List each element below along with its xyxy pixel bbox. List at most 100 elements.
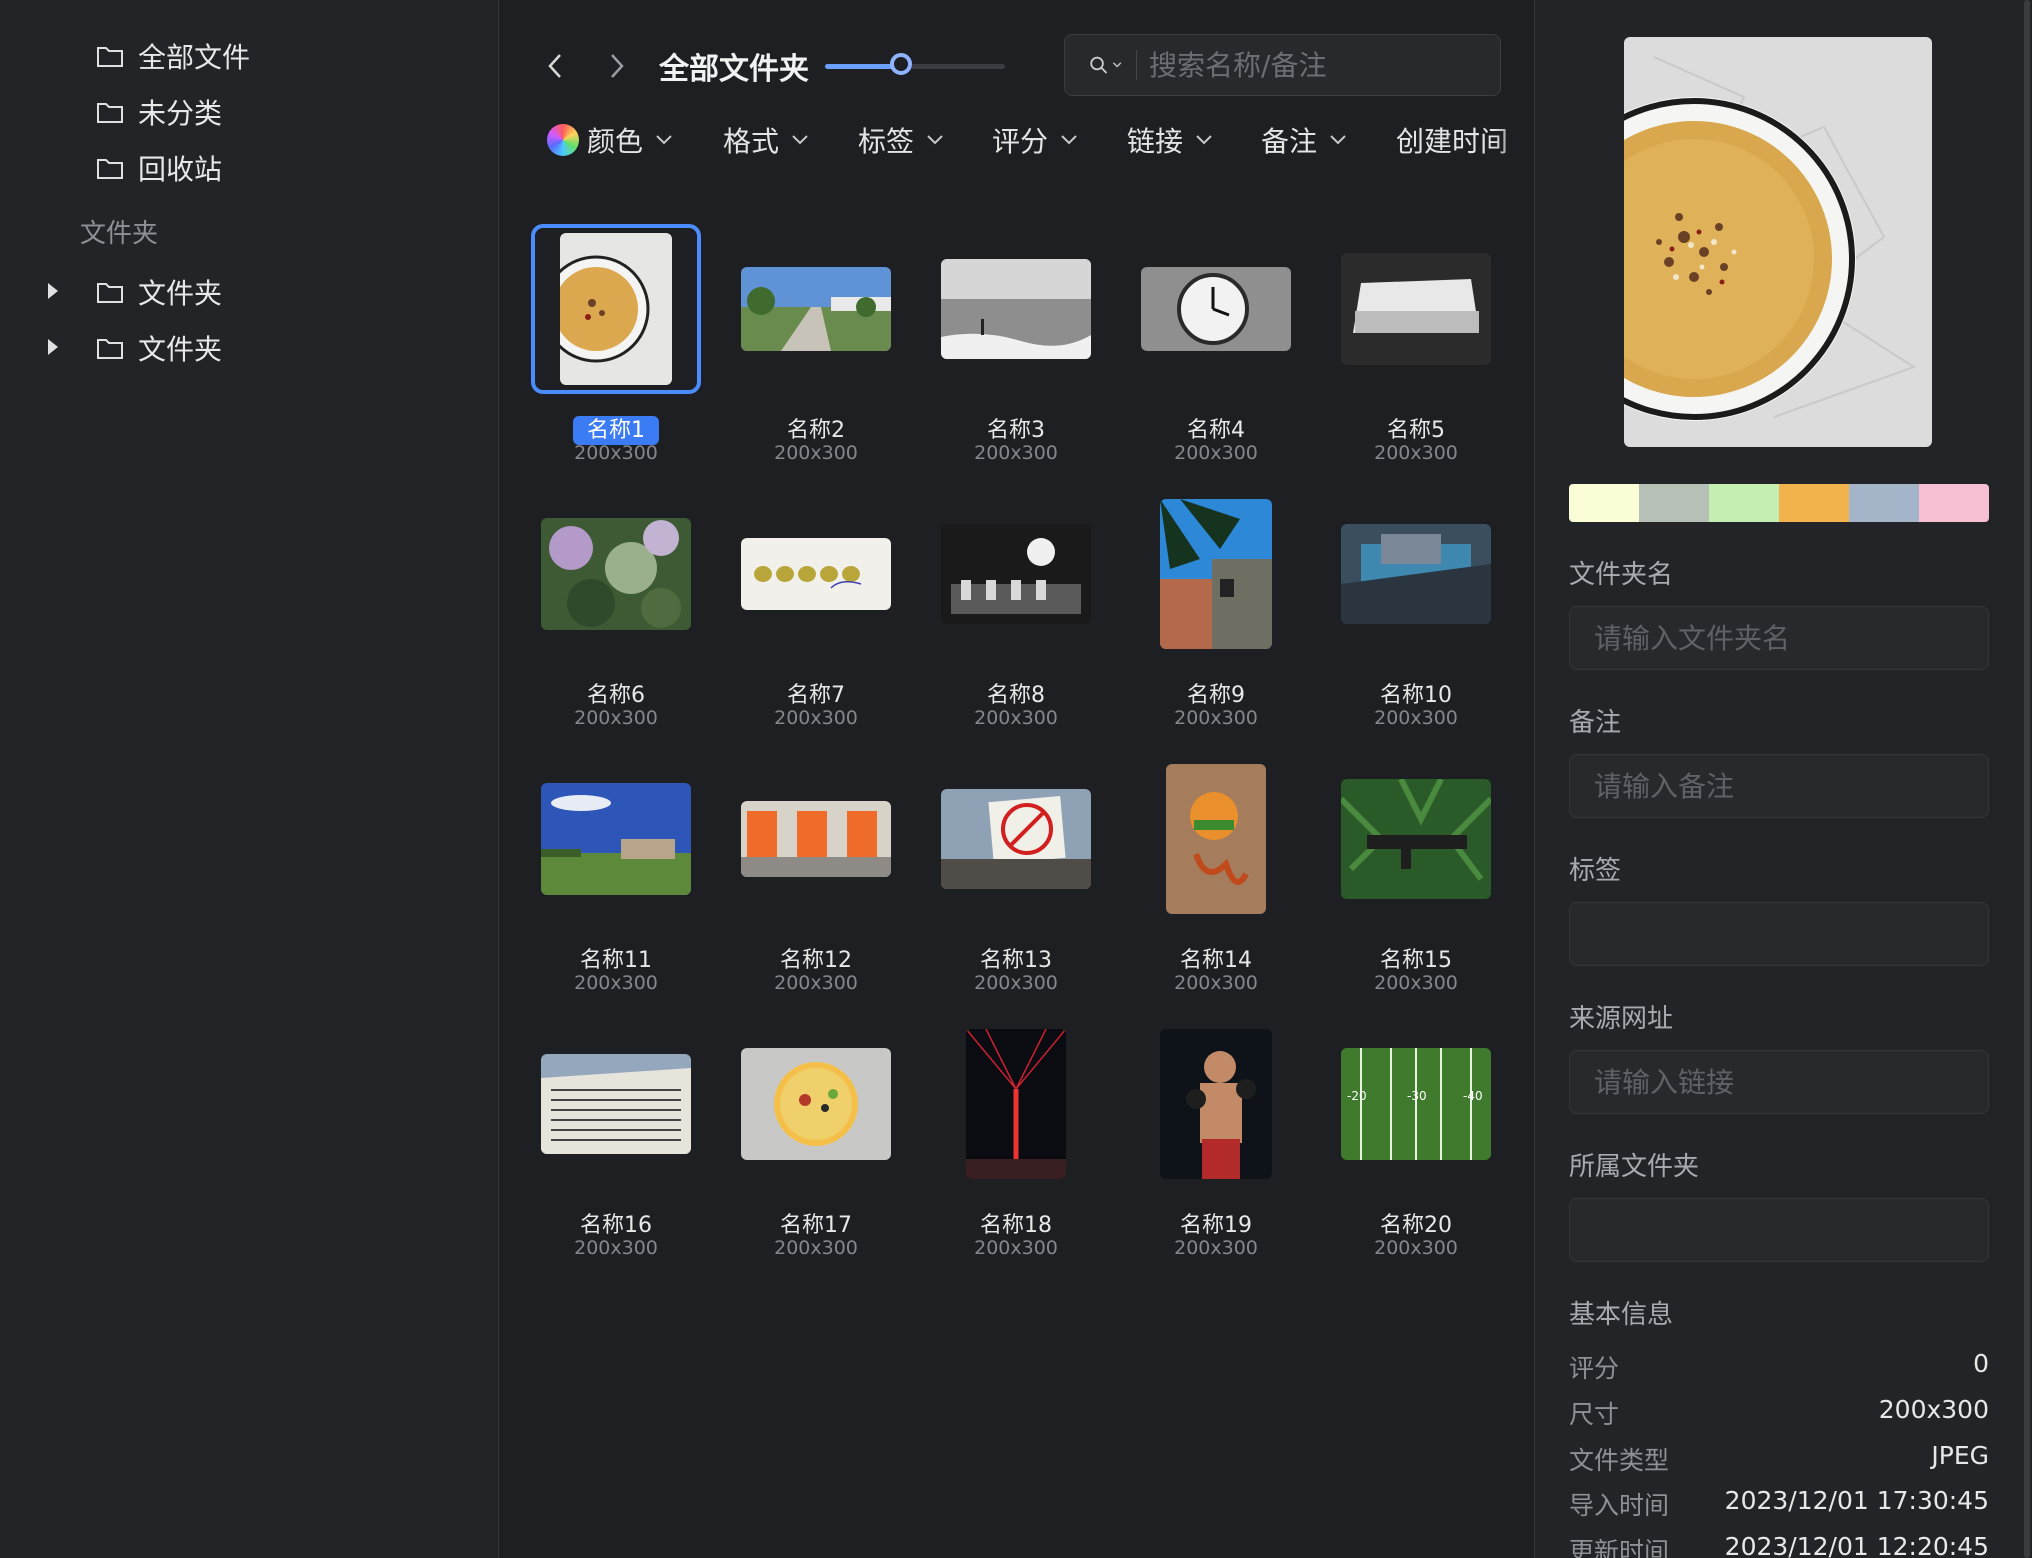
thumbnail-name-text: 名称20 (1380, 1213, 1452, 1238)
filter-created-time[interactable]: 创建时间 (1396, 120, 1508, 160)
palette-swatch[interactable] (1779, 484, 1849, 522)
thumbnail-image (1341, 524, 1491, 624)
chevron-down-icon[interactable] (1112, 60, 1122, 70)
source-url-input[interactable] (1569, 1050, 1989, 1114)
thumbnail-image (1160, 499, 1272, 649)
field-label-source-url: 来源网址 (1569, 1004, 1674, 1034)
info-key: 文件类型 (1569, 1446, 1670, 1475)
thumbnail-card[interactable]: 名称10 200x300 (1331, 489, 1501, 729)
sidebar-section-title: 文件夹 (80, 219, 159, 249)
tags-input[interactable] (1569, 902, 1989, 966)
filter-link[interactable]: 链接 (1127, 120, 1213, 160)
thumbnail-name-text: 名称11 (580, 948, 652, 973)
color-palette (1569, 484, 1989, 522)
thumbnail-frame[interactable] (531, 1019, 701, 1189)
thumbnail-card[interactable]: 名称12 200x300 (731, 754, 901, 994)
thumbnail-frame[interactable] (931, 754, 1101, 924)
thumbnail-frame[interactable] (1131, 754, 1301, 924)
palette-swatch[interactable] (1709, 484, 1779, 522)
thumbnail-card[interactable]: 名称15 200x300 (1331, 754, 1501, 994)
thumbnail-card[interactable]: 名称11 200x300 (531, 754, 701, 994)
thumbnail-card[interactable]: 名称18 200x300 (931, 1019, 1101, 1259)
thumbnail-card[interactable]: 名称2 200x300 (731, 224, 901, 464)
thumbnail-image (541, 783, 691, 895)
expand-caret-icon[interactable] (48, 283, 58, 299)
folder-icon (97, 283, 123, 303)
thumbnail-frame[interactable]: -20 -30 -40 (1331, 1019, 1501, 1189)
thumbnail-image (560, 233, 672, 385)
palette-swatch[interactable] (1569, 484, 1639, 522)
thumbnail-frame[interactable] (1331, 224, 1501, 394)
thumbnail-frame[interactable] (1131, 224, 1301, 394)
palette-swatch[interactable] (1919, 484, 1989, 522)
thumbnail-card[interactable]: 名称19 200x300 (1131, 1019, 1301, 1259)
thumbnail-frame[interactable] (931, 1019, 1101, 1189)
field-label-tags: 标签 (1569, 856, 1622, 886)
thumbnail-card[interactable]: 名称16 200x300 (531, 1019, 701, 1259)
note-input[interactable] (1569, 754, 1989, 818)
chevron-down-icon (1196, 135, 1212, 145)
thumbnail-frame[interactable] (931, 224, 1101, 394)
folder-icon (97, 47, 123, 67)
thumbnail-name-text: 名称9 (1187, 683, 1245, 708)
filter-color[interactable]: 颜色 (547, 120, 673, 160)
palette-swatch[interactable] (1639, 484, 1709, 522)
field-label-note: 备注 (1569, 708, 1622, 738)
thumbnail-frame[interactable] (731, 754, 901, 924)
thumbnail-name: 名称10 (1331, 677, 1501, 709)
filter-note[interactable]: 备注 (1261, 120, 1347, 160)
thumbnail-frame[interactable] (1331, 489, 1501, 659)
thumbnail-frame[interactable] (531, 224, 701, 394)
thumbnail-frame[interactable] (1131, 1019, 1301, 1189)
thumbnail-frame[interactable] (731, 1019, 901, 1189)
thumbnail-card[interactable]: 名称8 200x300 (931, 489, 1101, 729)
thumbnail-frame[interactable] (931, 489, 1101, 659)
thumbnail-card[interactable]: 名称6 200x300 (531, 489, 701, 729)
thumbnail-frame[interactable] (731, 224, 901, 394)
thumbnail-frame[interactable] (531, 754, 701, 924)
thumbnail-image (541, 1054, 691, 1154)
thumbnail-card[interactable]: 名称14 200x300 (1131, 754, 1301, 994)
search-box[interactable] (1064, 34, 1501, 96)
filter-format[interactable]: 格式 (723, 120, 809, 160)
thumbnail-frame[interactable] (1131, 489, 1301, 659)
palette-swatch[interactable] (1849, 484, 1919, 522)
thumbnail-card[interactable]: 名称4 200x300 (1131, 224, 1301, 464)
thumbnail-card[interactable]: -20 -30 -40 名称20 200x300 (1331, 1019, 1501, 1259)
thumbnail-card[interactable]: 名称5 200x300 (1331, 224, 1501, 464)
thumbnail-card[interactable]: 名称9 200x300 (1131, 489, 1301, 729)
page-title: 全部文件夹 (659, 52, 809, 87)
scrollbar-thumb[interactable] (2024, 0, 2030, 1558)
thumbnail-frame[interactable] (731, 489, 901, 659)
zoom-slider[interactable] (825, 53, 1005, 76)
sidebar-item-trash[interactable]: 回收站 (96, 146, 222, 190)
thumbnail-frame[interactable] (531, 489, 701, 659)
thumbnail-image (741, 267, 891, 351)
thumbnail-card[interactable]: 名称17 200x300 (731, 1019, 901, 1259)
search-input[interactable] (1147, 47, 1501, 83)
expand-caret-icon[interactable] (48, 339, 58, 355)
chevron-down-icon (1061, 135, 1077, 145)
forward-button[interactable] (599, 48, 635, 84)
thumbnail-name-text: 名称5 (1387, 418, 1445, 443)
thumbnail-card[interactable]: 名称3 200x300 (931, 224, 1101, 464)
sidebar-folder-item[interactable]: 文件夹 (48, 270, 222, 314)
filter-rating[interactable]: 评分 (992, 120, 1078, 160)
thumbnail-name-text: 名称2 (787, 418, 845, 443)
inspector-scrollbar[interactable] (2024, 0, 2030, 1558)
thumbnail-dimensions: 200x300 (574, 972, 658, 994)
folder-name-input[interactable] (1569, 606, 1989, 670)
filter-tag[interactable]: 标签 (858, 120, 944, 160)
parent-folder-input[interactable] (1569, 1198, 1989, 1262)
thumbnail-dimensions: 200x300 (774, 442, 858, 464)
svg-text:-20: -20 (1347, 1089, 1367, 1103)
thumbnail-card[interactable]: 名称13 200x300 (931, 754, 1101, 994)
zoom-handle[interactable] (889, 53, 912, 75)
thumbnail-frame[interactable] (1331, 754, 1501, 924)
sidebar-item-all-files[interactable]: 全部文件 (96, 34, 250, 78)
sidebar-item-uncategorized[interactable]: 未分类 (96, 90, 222, 134)
back-button[interactable] (537, 48, 573, 84)
thumbnail-card[interactable]: 名称1 200x300 (531, 224, 701, 464)
sidebar-folder-item[interactable]: 文件夹 (48, 326, 222, 370)
thumbnail-card[interactable]: 名称7 200x300 (731, 489, 901, 729)
